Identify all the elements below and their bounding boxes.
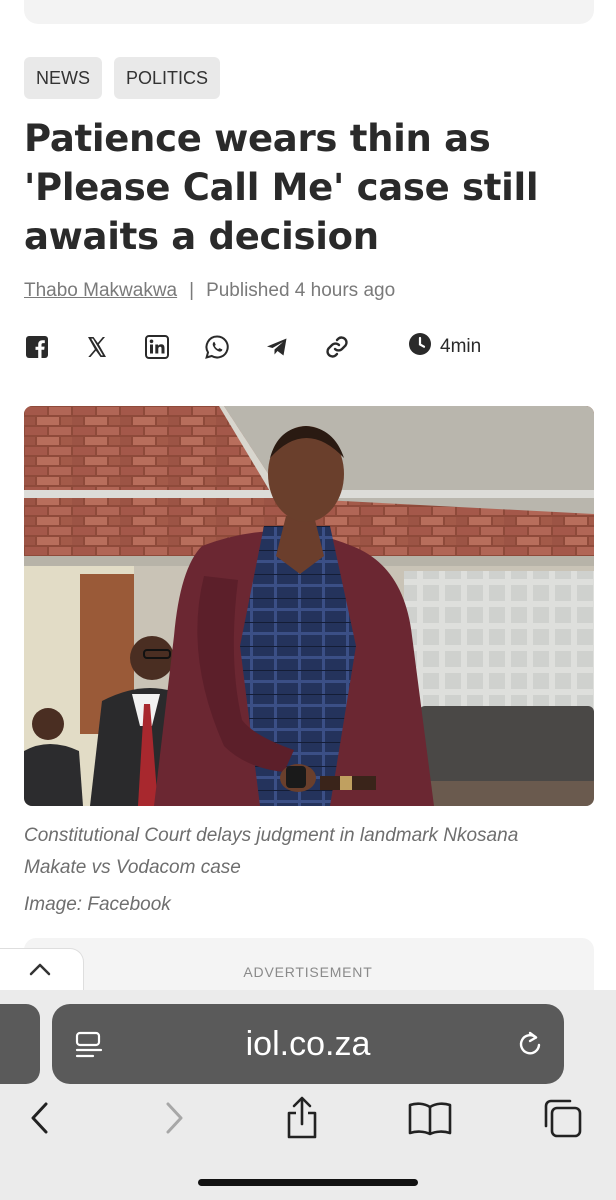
browser-toolbar: iol.co.za: [0, 990, 616, 1200]
published-time: Published 4 hours ago: [206, 280, 396, 301]
read-time-label: 4min: [440, 336, 482, 357]
bookmarks-button[interactable]: [408, 1098, 452, 1142]
address-bar[interactable]: iol.co.za: [52, 1004, 564, 1084]
chevron-right-icon: [162, 1101, 186, 1139]
tabs-icon: [541, 1097, 583, 1143]
back-button[interactable]: [18, 1098, 62, 1142]
category-tags: NEWS POLITICS: [24, 57, 221, 99]
image-credit: Image: Facebook: [24, 894, 171, 915]
advertisement-label: ADVERTISEMENT: [243, 964, 373, 980]
home-indicator[interactable]: [198, 1179, 418, 1186]
share-icon: [283, 1096, 321, 1144]
chevron-left-icon: [28, 1101, 52, 1139]
tag-news[interactable]: NEWS: [24, 57, 102, 99]
book-icon: [407, 1100, 453, 1140]
link-icon[interactable]: [324, 334, 350, 360]
share-bar: 4min: [24, 330, 484, 364]
forward-button[interactable]: [152, 1098, 196, 1142]
browser-nav-row: [0, 1090, 616, 1150]
read-time: 4min: [408, 330, 481, 364]
chevron-up-icon: [28, 961, 52, 980]
author-link[interactable]: Thabo Makwakwa: [24, 280, 177, 302]
url-text[interactable]: iol.co.za: [52, 1004, 564, 1084]
share-button[interactable]: [280, 1096, 324, 1144]
x-icon[interactable]: [84, 334, 110, 360]
byline: Thabo Makwakwa | Published 4 hours ago: [24, 280, 395, 302]
clock-icon: [408, 332, 432, 362]
tag-politics[interactable]: POLITICS: [114, 57, 221, 99]
article-hero-image[interactable]: [24, 406, 594, 806]
article-title: Patience wears thin as 'Please Call Me' …: [24, 117, 539, 258]
previous-tab-peek[interactable]: [0, 1004, 40, 1084]
linkedin-icon[interactable]: [144, 334, 170, 360]
facebook-icon[interactable]: [24, 334, 50, 360]
reload-icon[interactable]: [514, 1028, 546, 1064]
whatsapp-icon[interactable]: [204, 334, 230, 360]
byline-separator: |: [189, 280, 195, 301]
hero-photo: [24, 406, 594, 806]
image-caption: Constitutional Court delays judgment in …: [24, 825, 519, 878]
telegram-icon[interactable]: [264, 334, 290, 360]
tabs-button[interactable]: [540, 1098, 584, 1142]
previous-content-card: [24, 0, 594, 24]
